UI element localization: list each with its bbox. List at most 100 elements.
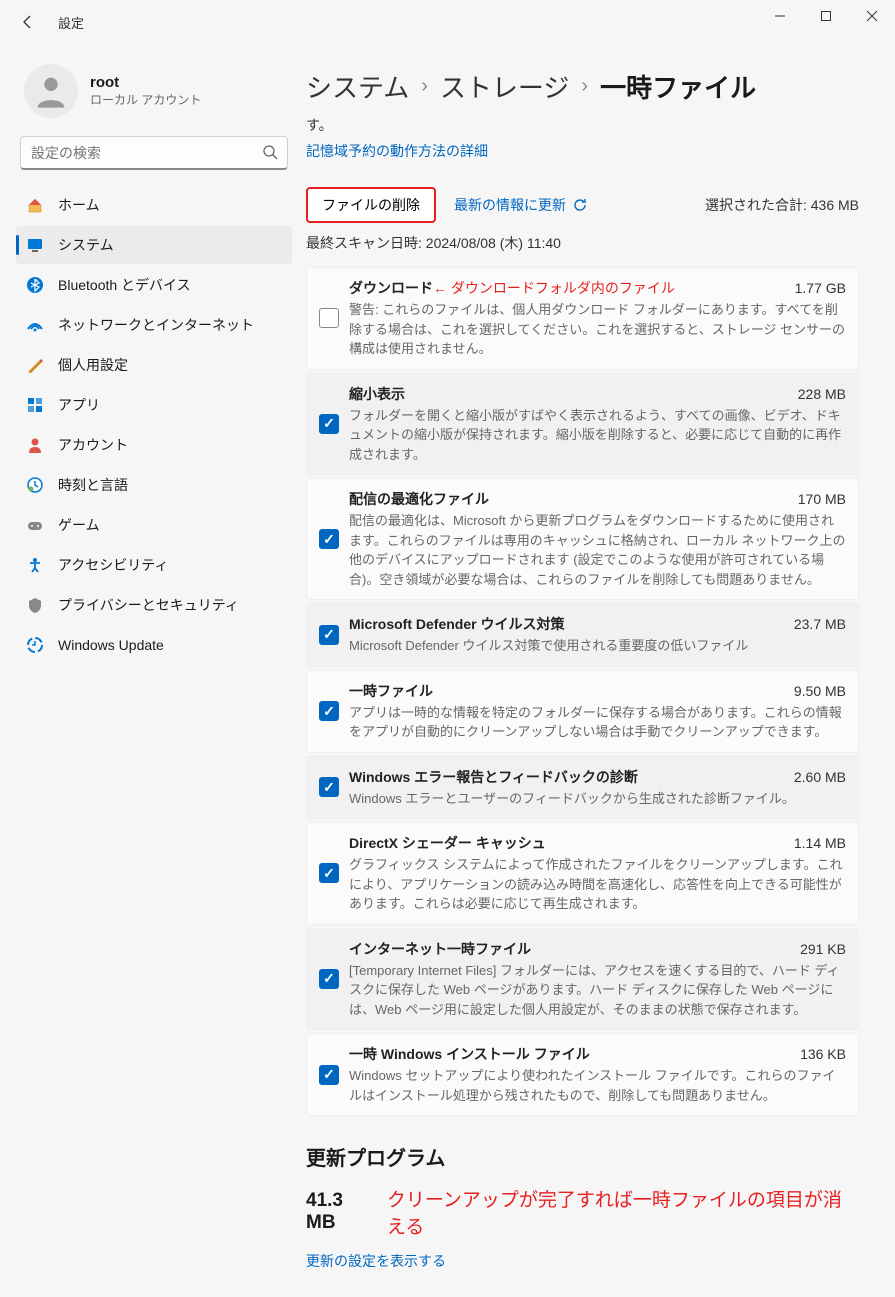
- sidebar-item-network[interactable]: ネットワークとインターネット: [16, 306, 292, 344]
- sidebar-item-label: ネットワークとインターネット: [58, 315, 254, 335]
- minimize-button[interactable]: [757, 0, 803, 32]
- sidebar-item-label: システム: [58, 235, 114, 255]
- sidebar-item-gaming[interactable]: ゲーム: [16, 506, 292, 544]
- updates-header: 更新プログラム: [306, 1142, 859, 1171]
- file-title: 一時 Windows インストール ファイル: [349, 1044, 590, 1064]
- file-row: 縮小表示 228 MB フォルダーを開くと縮小版がすばやく表示されるよう、すべての画…: [306, 373, 859, 476]
- close-button[interactable]: [849, 0, 895, 32]
- avatar: [24, 64, 78, 118]
- sidebar-item-apps[interactable]: アプリ: [16, 386, 292, 424]
- privacy-icon: [26, 596, 44, 614]
- refresh-button[interactable]: 最新の情報に更新: [454, 195, 588, 215]
- back-button[interactable]: [8, 2, 48, 42]
- file-description: Windows エラーとユーザーのフィードバックから生成された診断ファイル。: [349, 789, 846, 809]
- sidebar-item-accessibility[interactable]: アクセシビリティ: [16, 546, 292, 584]
- file-title: インターネット一時ファイル: [349, 939, 531, 959]
- bluetooth-icon: [26, 276, 44, 294]
- breadcrumb-storage[interactable]: ストレージ: [440, 68, 569, 105]
- sidebar-item-label: 個人用設定: [58, 355, 128, 375]
- last-scan-time: 最終スキャン日時: 2024/08/08 (木) 11:40: [306, 233, 859, 253]
- file-checkbox[interactable]: [319, 625, 339, 645]
- breadcrumb-current: 一時ファイル: [600, 68, 756, 105]
- file-checkbox[interactable]: [319, 1065, 339, 1085]
- home-icon: [26, 196, 44, 214]
- sidebar-item-label: アプリ: [58, 395, 100, 415]
- file-size: 228 MB: [798, 386, 846, 402]
- file-checkbox[interactable]: [319, 863, 339, 883]
- file-row: インターネット一時ファイル 291 KB [Temporary Internet F…: [306, 928, 859, 1031]
- time-icon: [26, 476, 44, 494]
- system-icon: [26, 236, 44, 254]
- update-settings-link[interactable]: 更新の設定を表示する: [306, 1251, 859, 1271]
- breadcrumb: システム › ストレージ › 一時ファイル: [306, 68, 859, 105]
- file-checkbox[interactable]: [319, 701, 339, 721]
- file-row: Microsoft Defender ウイルス対策23.7 MBMicrosof…: [306, 603, 859, 667]
- file-checkbox[interactable]: [319, 777, 339, 797]
- intro-tail: す。: [306, 115, 859, 135]
- accounts-icon: [26, 436, 44, 454]
- gaming-icon: [26, 516, 44, 534]
- sidebar-item-label: ホーム: [58, 195, 100, 215]
- sidebar-item-personalization[interactable]: 個人用設定: [16, 346, 292, 384]
- file-description: 配信の最適化は、Microsoft から更新プログラムをダウンロードするために使…: [349, 511, 846, 589]
- chevron-right-icon: ›: [581, 75, 588, 98]
- sidebar-item-home[interactable]: ホーム: [16, 186, 292, 224]
- sidebar-item-label: アカウント: [58, 435, 128, 455]
- file-row: 一時 Windows インストール ファイル136 KBWindows セットア…: [306, 1033, 859, 1116]
- selected-total: 選択された合計: 436 MB: [705, 195, 859, 215]
- reserved-storage-link[interactable]: 記憶域予約の動作方法の詳細: [306, 141, 859, 161]
- sidebar-item-system[interactable]: システム: [16, 226, 292, 264]
- file-checkbox[interactable]: [319, 529, 339, 549]
- search-input[interactable]: [20, 136, 288, 170]
- file-size: 1.77 GB: [795, 280, 846, 296]
- refresh-label: 最新の情報に更新: [454, 195, 566, 215]
- file-size: 170 MB: [798, 491, 846, 507]
- sidebar-item-label: 時刻と言語: [58, 475, 128, 495]
- file-description: フォルダーを開くと縮小版がすばやく表示されるよう、すべての画像、ビデオ、ドキュメ…: [349, 406, 846, 465]
- search-icon: [262, 144, 278, 163]
- file-row: ダウンロード ← ダウンロードフォルダ内のファイル 1.77 GB 警告: これらの…: [306, 267, 859, 370]
- file-description: アプリは一時的な情報を特定のフォルダーに保存する場合があります。これらの情報をア…: [349, 703, 846, 742]
- file-description: [Temporary Internet Files] フォルダーには、アクセスを…: [349, 961, 846, 1020]
- sidebar-item-label: Bluetooth とデバイス: [58, 275, 191, 295]
- sidebar-item-update[interactable]: Windows Update: [16, 626, 292, 664]
- file-row: DirectX シェーダー キャッシュ1.14 MBグラフィックス システムによ…: [306, 822, 859, 925]
- file-row: 配信の最適化ファイル170 MB配信の最適化は、Microsoft から更新プロ…: [306, 478, 859, 600]
- apps-icon: [26, 396, 44, 414]
- file-title: Windows エラー報告とフィードバックの診断: [349, 767, 638, 787]
- user-area[interactable]: root ローカル アカウント: [16, 54, 292, 136]
- file-size: 1.14 MB: [794, 835, 846, 851]
- user-subtitle: ローカル アカウント: [90, 91, 201, 108]
- file-size: 291 KB: [800, 941, 846, 957]
- user-name: root: [90, 74, 201, 91]
- file-description: 警告: これらのファイルは、個人用ダウンロード フォルダーにあります。すべてを削…: [349, 300, 846, 359]
- sidebar-item-bluetooth[interactable]: Bluetooth とデバイス: [16, 266, 292, 304]
- file-size: 9.50 MB: [794, 683, 846, 699]
- download-annotation: ← ダウンロードフォルダ内のファイル: [433, 278, 675, 298]
- file-row: Windows エラー報告とフィードバックの診断 2.60 MB Windows エ…: [306, 756, 859, 820]
- file-checkbox[interactable]: [319, 414, 339, 434]
- maximize-button[interactable]: [803, 0, 849, 32]
- sidebar-item-label: プライバシーとセキュリティ: [58, 595, 239, 615]
- file-row: 一時ファイル9.50 MBアプリは一時的な情報を特定のフォルダーに保存する場合が…: [306, 670, 859, 753]
- file-description: グラフィックス システムによって作成されたファイルをクリーンアップします。これに…: [349, 855, 846, 914]
- window-title: 設定: [58, 13, 84, 32]
- delete-files-button[interactable]: ファイルの削除: [306, 187, 436, 223]
- file-title: 縮小表示: [349, 384, 405, 404]
- file-size: 2.60 MB: [794, 769, 846, 785]
- chevron-right-icon: ›: [421, 75, 428, 98]
- personalization-icon: [26, 356, 44, 374]
- file-title: Microsoft Defender ウイルス対策: [349, 614, 564, 634]
- file-size: 23.7 MB: [794, 616, 846, 632]
- file-checkbox[interactable]: [319, 308, 339, 328]
- update-icon: [26, 636, 44, 654]
- updates-size: 41.3 MB: [306, 1190, 375, 1234]
- file-checkbox[interactable]: [319, 969, 339, 989]
- sidebar-item-label: Windows Update: [58, 637, 164, 653]
- sidebar-item-time[interactable]: 時刻と言語: [16, 466, 292, 504]
- network-icon: [26, 316, 44, 334]
- sidebar-item-accounts[interactable]: アカウント: [16, 426, 292, 464]
- breadcrumb-system[interactable]: システム: [306, 68, 409, 105]
- file-title: ダウンロード: [349, 278, 433, 298]
- sidebar-item-privacy[interactable]: プライバシーとセキュリティ: [16, 586, 292, 624]
